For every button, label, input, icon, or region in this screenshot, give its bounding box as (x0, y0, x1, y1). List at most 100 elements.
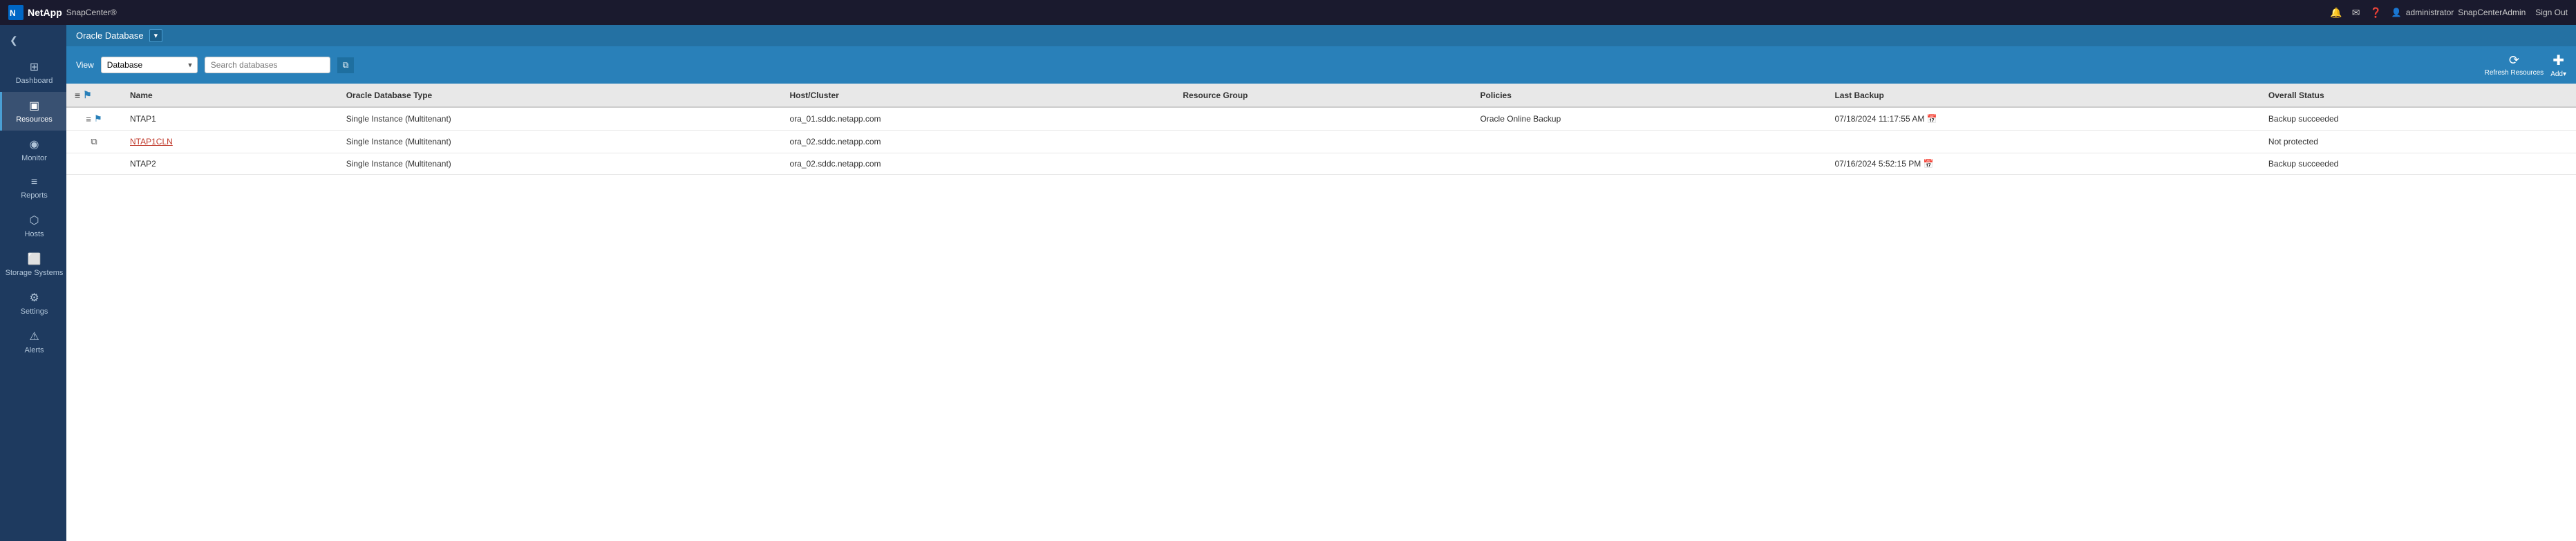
header-sort-icons: ≡ ⚑ (75, 89, 113, 101)
sidebar-item-label: Settings (21, 307, 48, 316)
user-section: 👤 administrator SnapCenterAdmin (2391, 8, 2526, 17)
sidebar-item-dashboard[interactable]: ⊞ Dashboard (0, 53, 66, 92)
db-header: Oracle Database ▾ (66, 25, 2576, 46)
user-icon: 👤 (2391, 8, 2402, 17)
row-resource-group-cell (1174, 107, 1472, 131)
app-body: ❮ ⊞ Dashboard ▣ Resources ◉ Monitor ≡ Re… (0, 25, 2576, 541)
toolbar: View Database Resource Group ⧉ ⟳ Ref (66, 46, 2576, 84)
sidebar-item-reports[interactable]: ≡ Reports (0, 169, 66, 207)
sidebar-collapse-button[interactable]: ❮ (0, 30, 66, 50)
sidebar-item-alerts[interactable]: ⚠ Alerts (0, 323, 66, 361)
main-content: Oracle Database ▾ View Database Resource… (66, 25, 2576, 541)
settings-icon: ⚙ (29, 291, 39, 305)
row-host-cell: ora_01.sddc.netapp.com (781, 107, 1174, 131)
add-icon: ✚ (2553, 52, 2564, 69)
row-last-backup-cell (1826, 131, 2259, 153)
user-name[interactable]: administrator (2406, 8, 2454, 17)
netapp-logo-icon: N (8, 5, 23, 20)
sidebar-item-label: Resources (16, 115, 53, 124)
col-host: Host/Cluster (781, 84, 1174, 107)
row-resource-group-cell (1174, 153, 1472, 175)
row-name-cell[interactable]: NTAP1CLN (122, 131, 338, 153)
view-select-wrapper: Database Resource Group (101, 57, 198, 73)
view-select[interactable]: Database Resource Group (101, 57, 198, 73)
add-button[interactable]: ✚ Add▾ (2550, 52, 2566, 78)
resource-link[interactable]: NTAP1CLN (130, 137, 173, 146)
refresh-icon: ⟳ (2509, 53, 2519, 68)
row-name-cell: NTAP1 (122, 107, 338, 131)
table-row: ≡⚑NTAP1Single Instance (Multitenant)ora_… (66, 107, 2576, 131)
dashboard-icon: ⊞ (30, 60, 39, 74)
col-last-backup: Last Backup (1826, 84, 2259, 107)
toolbar-right: ⟳ Refresh Resources ✚ Add▾ (2485, 52, 2566, 78)
row-overall-status-cell: Backup succeeded (2260, 107, 2576, 131)
col-overall-status: Overall Status (2260, 84, 2576, 107)
help-icon[interactable]: ❓ (2369, 7, 2381, 19)
sidebar-item-label: Reports (21, 191, 48, 200)
row-host-cell: ora_02.sddc.netapp.com (781, 131, 1174, 153)
sign-out-button[interactable]: Sign Out (2535, 8, 2568, 17)
table-row: NTAP2Single Instance (Multitenant)ora_02… (66, 153, 2576, 175)
sidebar-item-resources[interactable]: ▣ Resources (0, 92, 66, 131)
row-resource-group-cell (1174, 131, 1472, 153)
sidebar-item-label: Alerts (24, 346, 44, 354)
refresh-label: Refresh Resources (2485, 69, 2544, 77)
calendar-icon: 📅 (1924, 159, 1934, 169)
hosts-icon: ⬡ (30, 213, 39, 227)
table-row: ⧉ NTAP1CLN Single Instance (Multitenant)or… (66, 131, 2576, 153)
tenant-name: SnapCenterAdmin (2458, 8, 2526, 17)
reports-icon: ≡ (31, 176, 37, 189)
row-type-cell: Single Instance (Multitenant) (338, 153, 782, 175)
row-policies-cell: Oracle Online Backup (1472, 107, 1827, 131)
product-name: SnapCenter® (66, 8, 117, 17)
sidebar-item-label: Monitor (21, 154, 47, 162)
table-area: ≡ ⚑ Name Oracle Database Type Host/Clust… (66, 84, 2576, 541)
row-icons-cell: ⧉ (66, 131, 122, 153)
sidebar-item-label: Hosts (24, 230, 44, 238)
netapp-logo: N NetApp SnapCenter® (8, 5, 117, 20)
sort-flag-icon[interactable]: ⚑ (83, 89, 92, 101)
sort-list-icon[interactable]: ≡ (75, 90, 80, 101)
calendar-icon: 📅 (1927, 114, 1937, 124)
row-name-cell: NTAP2 (122, 153, 338, 175)
header-actions: 🔔 ✉ ❓ 👤 administrator SnapCenterAdmin Si… (2330, 7, 2568, 19)
sidebar-item-settings[interactable]: ⚙ Settings (0, 284, 66, 323)
sidebar-item-label: Dashboard (16, 77, 53, 85)
sidebar-item-label: Storage Systems (6, 269, 64, 277)
alerts-icon: ⚠ (29, 330, 39, 343)
row-last-backup-cell: 07/16/2024 5:52:15 PM 📅 (1826, 153, 2259, 175)
search-input[interactable] (205, 57, 330, 73)
search-box (205, 57, 330, 73)
sidebar-item-storage-systems[interactable]: ⬜ Storage Systems (0, 245, 66, 284)
sidebar-item-hosts[interactable]: ⬡ Hosts (0, 207, 66, 245)
view-label: View (76, 60, 94, 70)
row-last-backup-cell: 07/18/2024 11:17:55 AM 📅 (1826, 107, 2259, 131)
top-header: N NetApp SnapCenter® 🔔 ✉ ❓ 👤 administrat… (0, 0, 2576, 25)
mail-icon[interactable]: ✉ (2352, 7, 2360, 19)
add-label: Add▾ (2550, 70, 2566, 78)
row-policies-cell (1472, 153, 1827, 175)
row-type-cell: Single Instance (Multitenant) (338, 107, 782, 131)
table-header-row: ≡ ⚑ Name Oracle Database Type Host/Clust… (66, 84, 2576, 107)
sidebar-item-monitor[interactable]: ◉ Monitor (0, 131, 66, 169)
monitor-icon: ◉ (30, 137, 39, 151)
brand-name: NetApp (28, 7, 62, 18)
col-icons: ≡ ⚑ (66, 84, 122, 107)
refresh-resources-button[interactable]: ⟳ Refresh Resources (2485, 53, 2544, 77)
db-title: Oracle Database (76, 30, 144, 41)
row-policies-cell (1472, 131, 1827, 153)
col-type: Oracle Database Type (338, 84, 782, 107)
row-overall-status-cell: Not protected (2260, 131, 2576, 153)
row-type-cell: Single Instance (Multitenant) (338, 131, 782, 153)
row-overall-status-cell: Backup succeeded (2260, 153, 2576, 175)
col-policies: Policies (1472, 84, 1827, 107)
table-body: ≡⚑NTAP1Single Instance (Multitenant)ora_… (66, 107, 2576, 175)
notifications-icon[interactable]: 🔔 (2330, 7, 2342, 19)
svg-text:N: N (10, 8, 16, 18)
db-dropdown-button[interactable]: ▾ (149, 29, 163, 42)
row-host-cell: ora_02.sddc.netapp.com (781, 153, 1174, 175)
storage-icon: ⬜ (28, 252, 41, 266)
col-resource-group: Resource Group (1174, 84, 1472, 107)
filter-button[interactable]: ⧉ (337, 57, 355, 73)
resources-table: ≡ ⚑ Name Oracle Database Type Host/Clust… (66, 84, 2576, 175)
